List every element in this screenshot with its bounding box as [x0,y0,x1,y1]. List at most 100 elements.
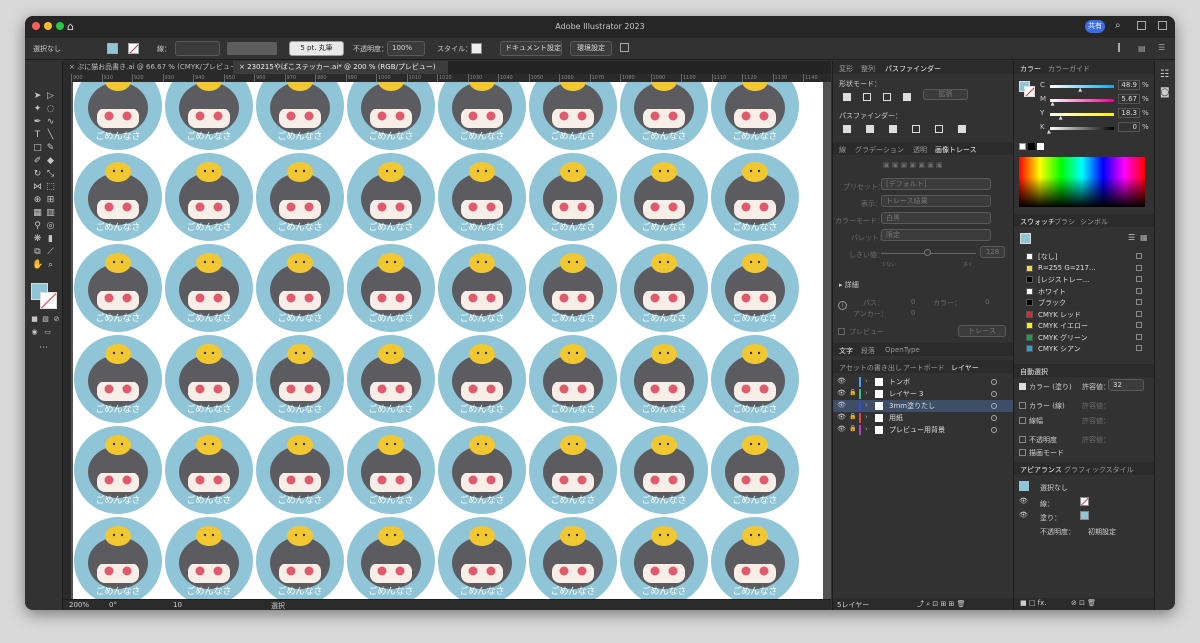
arrange-icon[interactable] [1137,21,1146,30]
sticker[interactable]: ごめんなさ [347,426,435,514]
unite-icon[interactable] [843,93,851,101]
tab-paragraph[interactable]: 段落 [861,346,875,356]
layer-row[interactable]: 👁 › トンボ [833,376,1013,388]
threshold-knob[interactable] [924,249,931,256]
document-settings-button[interactable]: ドキュメント設定 [500,41,562,56]
trace-button[interactable]: トレース [958,325,1006,337]
channel-knob[interactable]: ▲ [1047,129,1051,135]
visibility-icon[interactable]: 👁 [837,389,846,397]
sticker[interactable]: ごめんなさ [347,517,435,599]
share-button[interactable]: 共有 [1085,20,1105,33]
visibility-icon[interactable]: 👁 [837,401,846,409]
tab-image-trace[interactable]: 画像トレース [935,145,977,155]
sticker[interactable]: ごめんなさ [74,153,162,241]
graph-tool-icon[interactable]: ▮ [45,234,56,245]
artboard[interactable]: ごめんなさ ごめんなさ ごめんなさ ごめんなさ ごめんなさ ごめんなさ ごめんなさ ごめんなさ… [73,82,823,599]
variable-width-field[interactable] [227,42,277,55]
sticker[interactable]: ごめんなさ [620,153,708,241]
layer-row[interactable]: 👁 🔒 › レイヤー 3 [833,388,1013,400]
sticker[interactable]: ごめんなさ [438,82,526,150]
properties-icon[interactable]: ☷ [1160,69,1169,80]
expand-arrow-icon[interactable]: › [865,377,868,385]
intersect-icon[interactable] [883,93,891,101]
shaper-tool-icon[interactable]: ✐ [32,156,43,167]
brush-select[interactable]: 5 pt. 丸筆 [289,41,344,56]
symbol-sprayer-icon[interactable]: ❋ [32,234,43,245]
layer-row[interactable]: 👁 🔒 › プレビュー用背景 [833,424,1013,436]
tab-brushes[interactable]: ブラシ [1054,217,1075,227]
lock-icon[interactable]: 🔒 [849,389,856,396]
sticker[interactable]: ごめんなさ [438,426,526,514]
direct-selection-tool-icon[interactable]: ▷ [45,91,56,102]
target-icon[interactable] [991,403,997,409]
document-tab-1[interactable]: × ぷに猫お品書き.ai @ 66.67 % (CMYK/プレビュー) [63,61,233,74]
sticker[interactable]: ごめんなさ [529,426,617,514]
visibility-icon[interactable]: 👁 [837,413,846,421]
sticker[interactable]: ごめんなさ [74,335,162,423]
zoom-tool-icon[interactable]: ⌕ [45,260,56,271]
color-stroke-box[interactable] [1024,86,1035,97]
target-icon[interactable] [991,415,997,421]
tab-asset-export[interactable]: アセットの書き出し [839,363,902,373]
color-spectrum[interactable] [1019,157,1145,207]
fill-swatch[interactable] [107,43,118,54]
sticker[interactable]: ごめんなさ [256,244,344,332]
black-swatch[interactable] [1028,143,1035,150]
tab-graphic-styles[interactable]: グラフィックスタイル [1064,465,1134,475]
channel-slider[interactable] [1050,127,1114,130]
sticker[interactable]: ごめんなさ [165,426,253,514]
scale-tool-icon[interactable]: ⤡ [45,169,56,180]
list-view-icon[interactable]: ☰ [1128,233,1135,242]
align-icon[interactable] [1118,43,1127,52]
rotate-tool-icon[interactable]: ↻ [32,169,43,180]
channel-value[interactable]: 0 [1118,122,1140,132]
sticker[interactable]: ごめんなさ [620,244,708,332]
visibility-icon[interactable]: 👁 [837,425,846,433]
sticker[interactable]: ごめんなさ [620,426,708,514]
tab-layers[interactable]: レイヤー [951,363,979,373]
none-mode-icon[interactable]: ⊘ [51,314,62,325]
sticker[interactable]: ごめんなさ [438,244,526,332]
tab-symbols[interactable]: シンボル [1080,217,1108,227]
tab-swatches[interactable]: スウォッチ [1020,217,1055,227]
divide-icon[interactable] [843,125,851,133]
channel-value[interactable]: 48.9 [1118,80,1140,90]
sticker[interactable]: ごめんなさ [529,335,617,423]
channel-value[interactable]: 5.67 [1118,94,1140,104]
swatch-row[interactable]: ブラック [1014,297,1154,308]
tab-transparency[interactable]: 透明 [913,145,927,155]
zoom-level[interactable]: 200% [69,601,89,609]
trim-icon[interactable] [866,125,874,133]
sticker[interactable]: ごめんなさ [529,82,617,150]
arrange-documents-icon[interactable] [620,43,629,52]
gradient-tool-icon[interactable]: ▥ [45,208,56,219]
sticker[interactable]: ごめんなさ [347,82,435,150]
target-icon[interactable] [991,391,997,397]
panel-layout-icon[interactable] [1158,21,1167,30]
white-swatch[interactable] [1037,143,1044,150]
minus-front-icon[interactable] [863,93,871,101]
hand-tool-icon[interactable]: ✋ [32,260,43,271]
merge-icon[interactable] [889,125,897,133]
curvature-tool-icon[interactable]: ∿ [45,117,56,128]
stroke-color-box[interactable] [40,292,57,309]
layer-row[interactable]: 👁 🔒 › 用紙 [833,412,1013,424]
blend-mode-checkbox[interactable] [1019,449,1026,456]
rectangle-tool-icon[interactable]: □ [32,143,43,154]
gradient-mode-icon[interactable]: ▧ [40,314,51,325]
channel-knob[interactable]: ▲ [1078,87,1082,93]
tab-gradient[interactable]: グラデーション [855,145,904,155]
canvas[interactable]: 900 910 920 930 940 950 960 970 980 990 1000 1010 10… [63,74,831,599]
details-toggle[interactable]: ▸ 詳細 [839,280,859,290]
sticker[interactable]: ごめんなさ [74,244,162,332]
expand-button[interactable]: 拡張 [923,89,968,100]
sticker[interactable]: ごめんなさ [256,153,344,241]
line-tool-icon[interactable]: ╲ [45,130,56,141]
stroke-width-checkbox[interactable] [1019,417,1026,424]
sticker[interactable]: ごめんなさ [711,335,799,423]
width-tool-icon[interactable]: ⋈ [32,182,43,193]
lasso-icon[interactable]: ◌ [45,104,56,115]
tab-align[interactable]: 整列 [861,64,875,74]
sticker[interactable]: ごめんなさ [256,426,344,514]
swatch-fill-box[interactable] [1020,233,1031,244]
